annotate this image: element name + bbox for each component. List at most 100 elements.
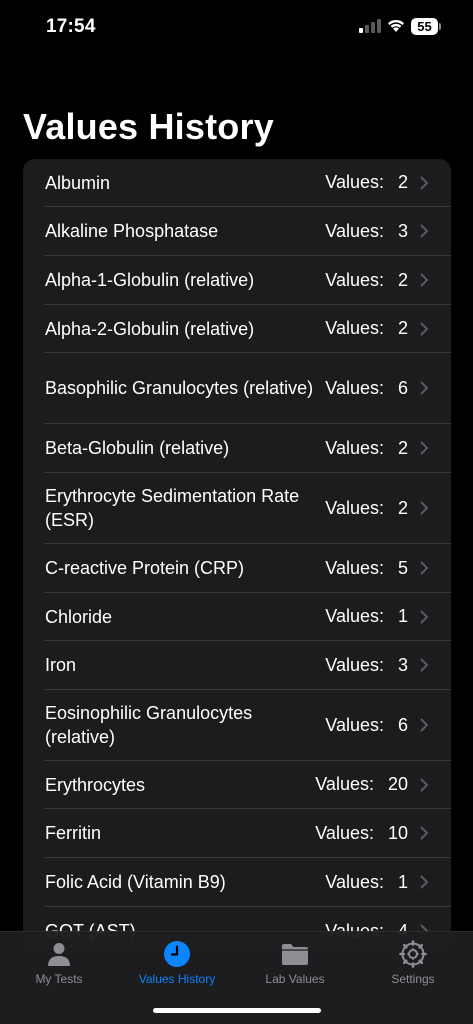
chevron-right-icon xyxy=(420,441,428,455)
list-item[interactable]: Erythrocyte Sedimentation Rate (ESR) Valu… xyxy=(23,473,451,544)
tab-label: Values History xyxy=(138,972,216,986)
chevron-right-icon xyxy=(420,561,428,575)
lab-value-name: Ferritin xyxy=(45,823,102,843)
values-history-list: Albumin Values: 2 Alkaline Phosphatase Value… xyxy=(23,159,451,949)
list-item-content: Alpha-1-Globulin (relative) Values: 2 xyxy=(45,256,451,305)
lab-value-name: C-reactive Protein (CRP) xyxy=(45,558,245,578)
chevron-right-icon xyxy=(420,826,428,840)
lab-value-name: Alkaline Phosphatase xyxy=(45,221,219,241)
list-item[interactable]: Iron Values: 3 xyxy=(23,641,451,690)
list-item[interactable]: Folic Acid (Vitamin B9) Values: 1 xyxy=(23,858,451,907)
folder-icon xyxy=(282,944,308,965)
values-label: Values: xyxy=(315,822,374,843)
list-item-content: Albumin Values: 2 xyxy=(45,159,451,207)
tab-my-tests[interactable]: My Tests xyxy=(0,932,118,1002)
page-title: Values History xyxy=(23,106,274,147)
lab-value-name: Alpha-2-Globulin (relative) xyxy=(45,318,255,339)
chevron-right-icon xyxy=(420,224,428,238)
list-item-content: C-reactive Protein (CRP) Values: 5 xyxy=(45,544,451,593)
list-item[interactable]: Chloride Values: 1 xyxy=(23,593,451,641)
values-count: 3 xyxy=(397,220,408,241)
list-item[interactable]: Alpha-2-Globulin (relative) Values: 2 xyxy=(23,305,451,353)
clock-icon xyxy=(164,941,190,967)
list-item-content: Basophilic Granulocytes (relative) Values… xyxy=(45,353,451,424)
values-count: 2 xyxy=(397,269,408,290)
person-icon xyxy=(48,943,70,966)
lab-value-name: Alpha-1-Globulin (relative) xyxy=(45,270,255,290)
lab-value-name: Albumin xyxy=(45,172,111,193)
lab-value-name: Folic Acid (Vitamin B9) xyxy=(45,872,226,892)
values-label: Values: xyxy=(325,557,384,578)
values-count: 3 xyxy=(397,654,408,675)
chevron-right-icon xyxy=(420,718,428,732)
list-item-content: Ferritin Values: 10 xyxy=(45,809,451,858)
values-count: 6 xyxy=(397,377,408,398)
tab-values-history[interactable]: Values History xyxy=(118,932,236,1002)
values-label: Values: xyxy=(325,871,384,892)
gear-icon xyxy=(399,940,427,968)
chevron-right-icon xyxy=(420,176,428,189)
battery-level: 55 xyxy=(411,18,438,35)
list-item[interactable]: Beta-Globulin (relative) Values: 2 xyxy=(23,424,451,473)
cellular-signal-icon xyxy=(359,19,381,33)
values-label: Values: xyxy=(315,774,374,794)
list-item[interactable]: Erythrocytes Values: 20 xyxy=(23,761,451,809)
lab-value-name: Erythrocytes xyxy=(45,774,146,795)
values-label: Values: xyxy=(325,654,384,675)
values-count: 5 xyxy=(397,557,408,578)
wifi-icon xyxy=(388,19,404,32)
list-item[interactable]: Albumin Values: 2 xyxy=(23,159,451,207)
values-label: Values: xyxy=(325,377,384,398)
values-label: Values: xyxy=(325,497,384,518)
list-item-content: Eosinophilic Granulocytes (relative) Valu… xyxy=(45,690,451,761)
screen: 17:54 55 Values History Albumin Values: 2 A… xyxy=(0,0,473,1024)
list-item-content: Erythrocytes Values: 20 xyxy=(45,761,451,809)
chevron-right-icon xyxy=(420,778,428,791)
list-item[interactable]: Ferritin Values: 10 xyxy=(23,809,451,858)
list-item[interactable]: Alkaline Phosphatase Values: 3 xyxy=(23,207,451,256)
lab-value-name: Erythrocyte Sedimentation Rate (ESR) xyxy=(45,486,300,530)
chevron-right-icon xyxy=(420,875,428,889)
list-item[interactable]: Eosinophilic Granulocytes (relative) Valu… xyxy=(23,690,451,761)
list-item-content: Erythrocyte Sedimentation Rate (ESR) Valu… xyxy=(45,473,451,544)
values-count: 2 xyxy=(397,437,408,458)
tab-label: My Tests xyxy=(35,972,83,986)
chevron-right-icon xyxy=(420,610,428,623)
home-indicator[interactable] xyxy=(153,1008,321,1013)
list-item-content: Folic Acid (Vitamin B9) Values: 1 xyxy=(45,858,451,907)
list-item-content: Beta-Globulin (relative) Values: 2 xyxy=(45,424,451,473)
chevron-right-icon xyxy=(420,322,428,335)
list-item-content: Alkaline Phosphatase Values: 3 xyxy=(45,207,451,256)
lab-value-name: Iron xyxy=(45,655,77,675)
values-label: Values: xyxy=(325,714,384,735)
chevron-right-icon xyxy=(420,658,428,672)
tab-settings[interactable]: Settings xyxy=(354,932,472,1002)
list-item[interactable]: C-reactive Protein (CRP) Values: 5 xyxy=(23,544,451,593)
values-label: Values: xyxy=(325,437,384,458)
chevron-right-icon xyxy=(420,381,428,395)
status-time: 17:54 xyxy=(46,16,96,37)
lab-value-name: Basophilic Granulocytes (relative) xyxy=(45,378,314,398)
values-label: Values: xyxy=(325,269,384,290)
tab-lab-values[interactable]: Lab Values xyxy=(236,932,354,1002)
values-count: 20 xyxy=(387,774,408,794)
tab-label: Settings xyxy=(391,972,435,986)
list-item-content: Iron Values: 3 xyxy=(45,641,451,690)
list-item[interactable]: Alpha-1-Globulin (relative) Values: 2 xyxy=(23,256,451,305)
values-label: Values: xyxy=(325,172,384,192)
battery-icon: 55 xyxy=(411,18,441,35)
values-count: 2 xyxy=(397,497,408,518)
values-count: 1 xyxy=(397,606,408,626)
list-item-content: Chloride Values: 1 xyxy=(45,593,451,641)
chevron-right-icon xyxy=(420,273,428,287)
status-bar: 17:54 55 xyxy=(0,0,473,54)
list-item-content: Alpha-2-Globulin (relative) Values: 2 xyxy=(45,305,451,353)
chevron-right-icon xyxy=(420,501,428,515)
list-item[interactable]: Basophilic Granulocytes (relative) Values… xyxy=(23,353,451,424)
values-count: 2 xyxy=(397,318,408,338)
values-label: Values: xyxy=(325,318,384,338)
values-label: Values: xyxy=(325,220,384,241)
values-count: 2 xyxy=(397,172,408,192)
values-count: 6 xyxy=(397,714,408,735)
tab-label: Lab Values xyxy=(265,972,325,986)
